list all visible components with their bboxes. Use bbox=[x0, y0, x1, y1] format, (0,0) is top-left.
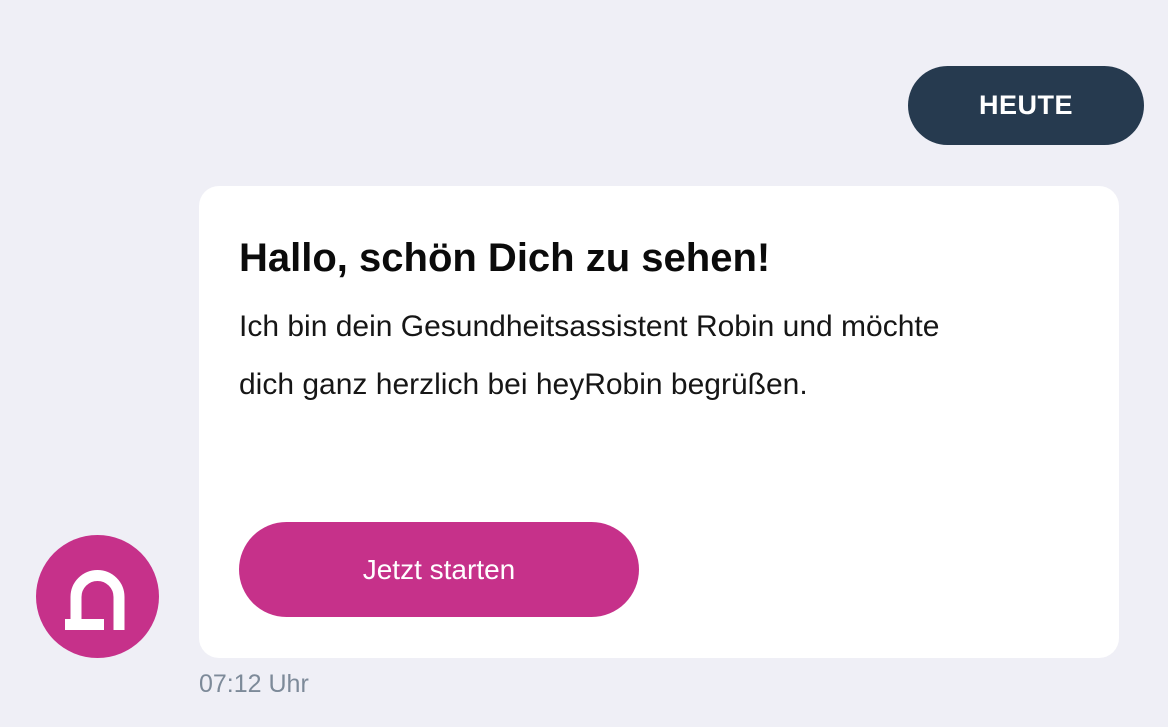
day-separator-pill: HEUTE bbox=[908, 66, 1144, 145]
message-title: Hallo, schön Dich zu sehen! bbox=[239, 236, 771, 280]
robin-logo-icon bbox=[65, 570, 125, 630]
day-separator-label: HEUTE bbox=[978, 90, 1073, 120]
start-button[interactable]: Jetzt starten bbox=[239, 522, 639, 617]
message-timestamp: 07:12 Uhr bbox=[199, 670, 309, 698]
message-body: Ich bin dein Gesundheitsassistent Robin … bbox=[239, 310, 940, 401]
assistant-avatar bbox=[36, 535, 159, 658]
welcome-message-card: Hallo, schön Dich zu sehen! Ich bin dein… bbox=[199, 186, 1119, 658]
